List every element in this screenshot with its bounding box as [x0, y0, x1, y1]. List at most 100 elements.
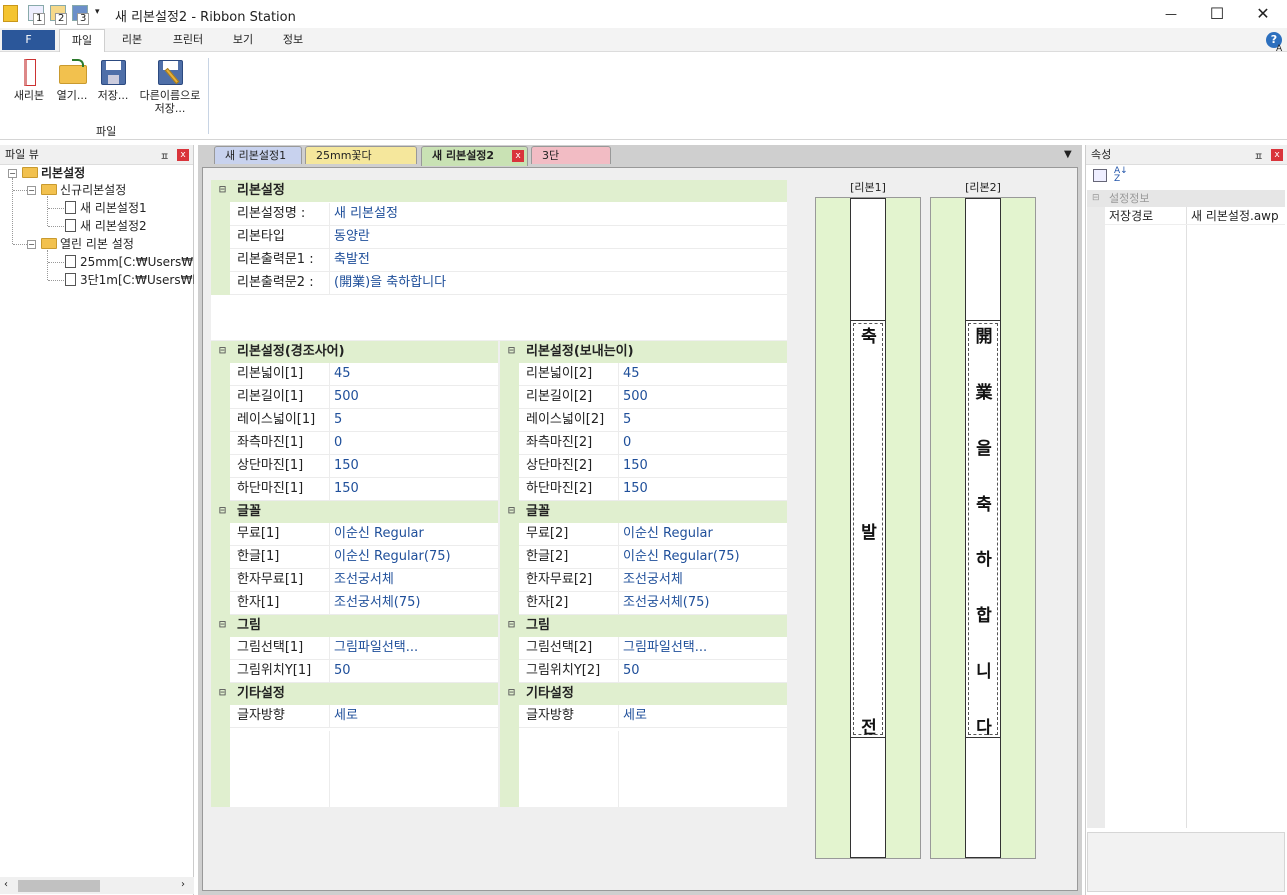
tree-root[interactable]: 리본설정: [22, 165, 85, 181]
tab-file[interactable]: 파일: [59, 29, 105, 52]
tab-list-dropdown-icon[interactable]: ▼: [1064, 149, 1072, 160]
section-header[interactable]: ⊟ 그림: [500, 615, 787, 637]
collapse-icon[interactable]: ⊟: [218, 186, 227, 195]
scrollbar-thumb[interactable]: [18, 880, 100, 892]
section-header[interactable]: ⊟ 글꼴: [500, 501, 787, 523]
property-value: 그림파일선택...: [334, 640, 419, 655]
section-header[interactable]: ⊟ 기타설정: [500, 683, 787, 705]
collapse-icon[interactable]: ⊟: [218, 621, 227, 630]
property-row[interactable]: 한자무료[2] 조선궁서체: [500, 569, 787, 592]
property-row[interactable]: 리본출력문1 : 축발전: [211, 249, 787, 272]
tree-collapse-toggle[interactable]: −: [8, 169, 17, 178]
tab-info[interactable]: 정보: [272, 29, 314, 52]
property-row[interactable]: 리본길이[1] 500: [211, 386, 498, 409]
property-row[interactable]: 한자무료[1] 조선궁서체: [211, 569, 498, 592]
properties-category[interactable]: ⊟ 설정정보: [1087, 190, 1285, 207]
categorized-view-icon[interactable]: [1093, 169, 1107, 182]
save-label: 저장...: [97, 89, 129, 102]
property-value: 5: [334, 412, 343, 427]
property-row[interactable]: 레이스넓이[2] 5: [500, 409, 787, 432]
section-header[interactable]: ⊟ 리본설정(경조사어): [211, 341, 498, 363]
section-ribbon-settings[interactable]: ⊟ 리본설정: [211, 180, 787, 202]
tab-ribbon[interactable]: 리본: [110, 29, 154, 52]
property-row[interactable]: 그림위치Y[1] 50: [211, 660, 498, 683]
property-row[interactable]: 리본넓이[1] 45: [211, 363, 498, 386]
property-row[interactable]: 좌측마진[1] 0: [211, 432, 498, 455]
doc-tab-4[interactable]: 3단1m.awp: [531, 146, 611, 180]
save-button[interactable]: 저장...: [95, 58, 131, 102]
sort-alpha-icon[interactable]: A↓Z: [1114, 167, 1128, 184]
collapse-icon[interactable]: ⊟: [218, 347, 227, 356]
property-row[interactable]: 한글[1] 이순신 Regular(75): [211, 546, 498, 569]
property-row[interactable]: 그림선택[2] 그림파일선택...: [500, 637, 787, 660]
collapse-icon[interactable]: ⊟: [507, 507, 516, 516]
collapse-icon[interactable]: ⊟: [507, 621, 516, 630]
maximize-button[interactable]: ☐: [1202, 4, 1232, 24]
property-row[interactable]: 한자[1] 조선궁서체(75): [211, 592, 498, 615]
property-row[interactable]: 한글[2] 이순신 Regular(75): [500, 546, 787, 569]
tab-printer[interactable]: 프린터: [163, 29, 213, 52]
tree-item-open-2[interactable]: 3단1m[C:₩Users₩ke: [65, 272, 194, 288]
ribbon-char: 전: [861, 718, 877, 738]
property-row[interactable]: 그림선택[1] 그림파일선택...: [211, 637, 498, 660]
property-row[interactable]: 상단마진[1] 150: [211, 455, 498, 478]
app-logo-icon[interactable]: [3, 5, 18, 22]
section-header[interactable]: ⊟ 리본설정(보내는이): [500, 341, 787, 363]
doc-tab-close-icon[interactable]: x: [512, 150, 524, 162]
tree-collapse-toggle[interactable]: −: [27, 186, 36, 195]
property-row[interactable]: 그림위치Y[2] 50: [500, 660, 787, 683]
section-header[interactable]: ⊟ 글꼴: [211, 501, 498, 523]
scroll-left-icon[interactable]: ‹: [4, 879, 8, 890]
collapse-icon[interactable]: ⊟: [507, 689, 516, 698]
tree-item-open-1[interactable]: 25mm[C:₩Users₩kev: [65, 254, 194, 270]
property-row[interactable]: 한자[2] 조선궁서체(75): [500, 592, 787, 615]
property-row[interactable]: 글자방향 세로: [500, 705, 787, 728]
open-button[interactable]: 열기...: [53, 58, 91, 102]
grid-gutter: [211, 226, 230, 249]
new-ribbon-button[interactable]: 새리본: [10, 58, 48, 102]
qat-save-icon[interactable]: 3: [72, 5, 90, 25]
collapse-icon[interactable]: ⊟: [1092, 190, 1100, 207]
properties-close-icon[interactable]: x: [1271, 149, 1283, 161]
property-row[interactable]: 리본타입 동양란: [211, 226, 787, 249]
doc-tab-1[interactable]: 새 리본설정1: [214, 146, 302, 164]
property-row[interactable]: 글자방향 세로: [211, 705, 498, 728]
pin-icon[interactable]: ㅍ: [160, 148, 169, 163]
qat-dropdown-icon[interactable]: ▾: [95, 7, 100, 17]
property-row[interactable]: 리본출력문2 : (開業)을 축하합니다: [211, 272, 787, 295]
collapse-icon[interactable]: ⊟: [507, 347, 516, 356]
collapse-icon[interactable]: ⊟: [218, 507, 227, 516]
tree-item-new-1[interactable]: 새 리본설정1: [65, 200, 147, 216]
close-button[interactable]: ✕: [1248, 4, 1278, 24]
tree-group-new[interactable]: 신규리본설정: [41, 182, 126, 198]
tree-item-new-2[interactable]: 새 리본설정2: [65, 218, 147, 234]
property-row[interactable]: 리본설정명 : 새 리본설정: [211, 203, 787, 226]
tree-line: [47, 196, 48, 226]
section-header[interactable]: ⊟ 기타설정: [211, 683, 498, 705]
tab-view[interactable]: 보기: [222, 29, 264, 52]
property-row[interactable]: 리본넓이[2] 45: [500, 363, 787, 386]
qat-new-icon[interactable]: 1: [28, 5, 46, 25]
property-row[interactable]: 무료[2] 이순신 Regular: [500, 523, 787, 546]
property-row-save-path[interactable]: 저장경로 새 리본설정.awp: [1105, 208, 1285, 225]
file-view-close-icon[interactable]: x: [177, 149, 189, 161]
property-row[interactable]: 리본길이[2] 500: [500, 386, 787, 409]
property-row[interactable]: 좌측마진[2] 0: [500, 432, 787, 455]
qat-open-icon[interactable]: 2: [50, 5, 68, 25]
section-header[interactable]: ⊟ 그림: [211, 615, 498, 637]
file-menu-button[interactable]: F: [2, 30, 55, 50]
tree-collapse-toggle[interactable]: −: [27, 240, 36, 249]
scroll-right-icon[interactable]: ›: [181, 879, 185, 890]
property-row[interactable]: 하단마진[2] 150: [500, 478, 787, 501]
doc-tab-2[interactable]: 25mm꽃다발.awp: [305, 146, 417, 180]
property-row[interactable]: 상단마진[2] 150: [500, 455, 787, 478]
collapse-icon[interactable]: ⊟: [218, 689, 227, 698]
property-row[interactable]: 하단마진[1] 150: [211, 478, 498, 501]
minimize-button[interactable]: —: [1156, 4, 1186, 24]
property-row[interactable]: 무료[1] 이순신 Regular: [211, 523, 498, 546]
tree-group-open[interactable]: 열린 리본 설정: [41, 236, 134, 252]
grid-gutter: [211, 409, 230, 432]
save-as-button[interactable]: 다른이름으로 저장...: [136, 58, 204, 115]
pin-icon[interactable]: ㅍ: [1254, 148, 1263, 163]
property-row[interactable]: 레이스넓이[1] 5: [211, 409, 498, 432]
